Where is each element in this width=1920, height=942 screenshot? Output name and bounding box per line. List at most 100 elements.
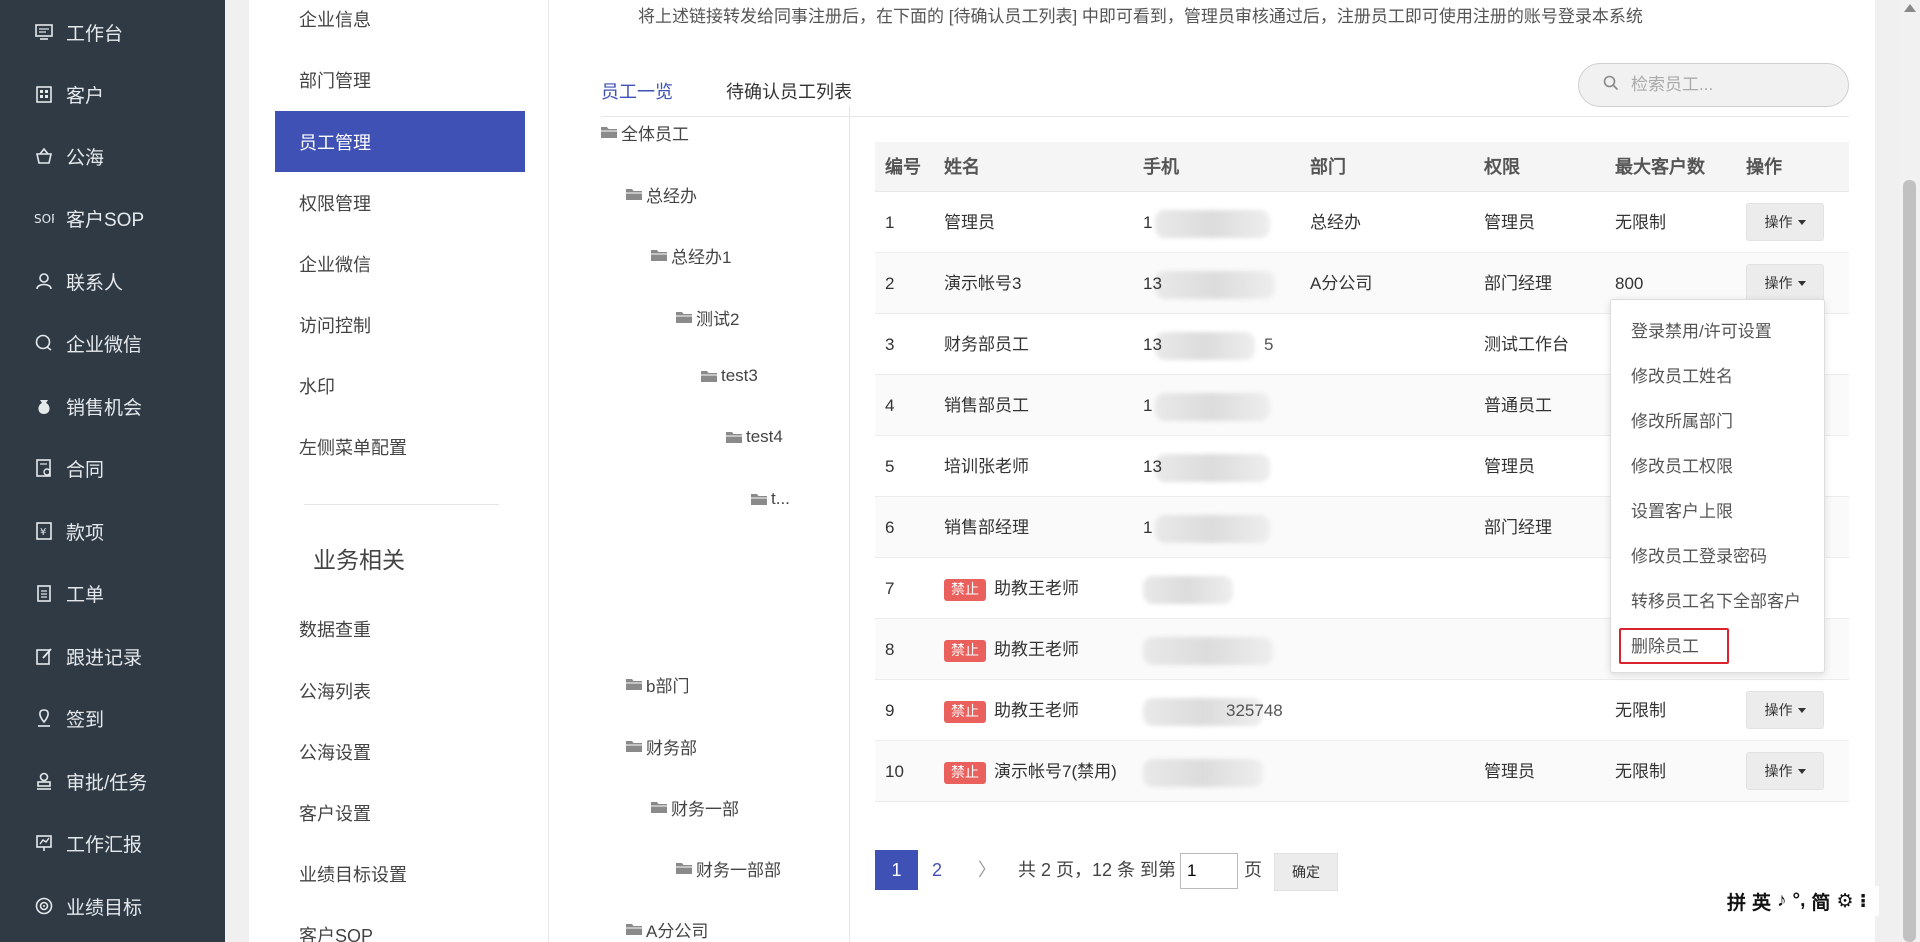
dropdown-item-7[interactable]: 删除员工 — [1631, 632, 1699, 657]
nav-item-2[interactable]: 公海 — [0, 125, 225, 187]
column-header: 操作 — [1746, 157, 1782, 177]
settings-item-1[interactable]: 部门管理 — [275, 49, 525, 110]
settings-group-item-3[interactable]: 客户设置 — [275, 782, 525, 843]
employee-no: 9 — [885, 701, 895, 720]
search-input[interactable] — [1631, 75, 1831, 95]
operation-button[interactable]: 操作 — [1746, 752, 1824, 790]
employee-dept: 总经办 — [1310, 213, 1361, 232]
left-nav: 工作台客户公海 SOP 客户SOP 联系人企业微信销售机会合同 ¥ 款项工单跟进记录签到审… — [0, 0, 225, 942]
settings-item-7[interactable]: 左侧菜单配置 — [275, 416, 525, 477]
tree-node[interactable]: test3 — [701, 366, 758, 386]
tree-node-label: test4 — [746, 427, 783, 446]
operation-button[interactable]: 操作 — [1746, 203, 1824, 241]
settings-group-item-0[interactable]: 数据查重 — [275, 598, 525, 659]
nav-item-3[interactable]: SOP 客户SOP — [0, 187, 225, 249]
settings-group-item-1[interactable]: 公海列表 — [275, 660, 525, 721]
nav-item-7[interactable]: 合同 — [0, 437, 225, 499]
dropdown-item-2[interactable]: 修改所属部门 — [1631, 407, 1733, 432]
ime-indicator[interactable]: 简 — [1811, 888, 1830, 915]
table-row[interactable]: 9 禁止 助教王老师 325748 无限制 操作 — [875, 680, 1849, 741]
dropdown-item-1[interactable]: 修改员工姓名 — [1631, 362, 1733, 387]
ime-indicator[interactable]: ⁝ — [1859, 890, 1866, 913]
nav-item-13[interactable]: 工作汇报 — [0, 812, 225, 874]
nav-item-4[interactable]: 联系人 — [0, 250, 225, 312]
tree-node-label: 财务一部部 — [696, 861, 781, 880]
settings-item-0[interactable]: 企业信息 — [275, 0, 525, 49]
nav-item-5[interactable]: 企业微信 — [0, 312, 225, 374]
nav-item-10[interactable]: 跟进记录 — [0, 625, 225, 687]
nav-item-12[interactable]: 审批/任务 — [0, 750, 225, 812]
settings-group-item-5[interactable]: 客户SOP — [275, 904, 525, 942]
tree-node[interactable]: 全体员工 — [601, 120, 689, 145]
table-row[interactable]: 1 管理员 1 总经办 管理员 无限制 操作 — [875, 192, 1849, 253]
settings-item-2[interactable]: 员工管理 — [275, 111, 525, 172]
phone-redacted — [1143, 576, 1233, 604]
settings-item-5[interactable]: 访问控制 — [275, 294, 525, 355]
svg-text:¥: ¥ — [40, 527, 46, 538]
nav-item-11[interactable]: 签到 — [0, 687, 225, 749]
nav-item-label: 销售机会 — [66, 397, 143, 419]
nav-item-6[interactable]: 销售机会 — [0, 375, 225, 437]
employee-role: 部门经理 — [1484, 274, 1552, 293]
folder-icon — [651, 802, 667, 813]
tree-node[interactable]: 总经办 — [626, 182, 697, 207]
employee-role: 管理员 — [1484, 457, 1535, 476]
tree-node[interactable]: A分公司 — [626, 917, 708, 942]
nav-item-9[interactable]: 工单 — [0, 562, 225, 624]
tree-node[interactable]: b部门 — [626, 672, 689, 697]
target-icon — [34, 896, 54, 916]
tab-employee-list[interactable]: 员工一览 — [601, 78, 673, 104]
phone-redacted — [1155, 210, 1270, 238]
settings-group-item-4[interactable]: 业绩目标设置 — [275, 843, 525, 904]
operation-button[interactable]: 操作 — [1746, 691, 1824, 729]
settings-group-item-2[interactable]: 公海设置 — [275, 721, 525, 782]
nav-item-8[interactable]: ¥ 款项 — [0, 500, 225, 562]
tree-node[interactable]: 财务一部部 — [676, 856, 781, 881]
tree-node[interactable]: t... — [751, 489, 790, 509]
scroll-thumb[interactable] — [1903, 180, 1916, 942]
tree-node[interactable]: 财务部 — [626, 734, 697, 759]
dropdown-item-0[interactable]: 登录禁用/许可设置 — [1631, 317, 1772, 342]
employee-name: 管理员 — [944, 213, 995, 232]
tab-pending-list[interactable]: 待确认员工列表 — [726, 78, 852, 104]
tree-node[interactable]: 财务一部 — [651, 795, 739, 820]
nav-item-label: 审批/任务 — [66, 772, 148, 794]
settings-item-3[interactable]: 权限管理 — [275, 172, 525, 233]
employee-name-cell: 演示帐号3 — [944, 253, 1021, 314]
employee-no: 2 — [885, 274, 895, 293]
page-2-button[interactable]: 2 — [932, 850, 942, 890]
dropdown-item-5[interactable]: 修改员工登录密码 — [1631, 542, 1767, 567]
goto-page-input[interactable] — [1180, 853, 1238, 889]
dropdown-item-3[interactable]: 修改员工权限 — [1631, 452, 1733, 477]
nav-item-0[interactable]: 工作台 — [0, 1, 225, 63]
scroll-up-arrow[interactable] — [1904, 4, 1916, 12]
settings-item-4[interactable]: 企业微信 — [275, 233, 525, 294]
ime-indicator[interactable]: ⚙ — [1836, 890, 1853, 913]
ime-indicator[interactable]: °, — [1793, 890, 1806, 912]
caret-down-icon — [1797, 280, 1806, 286]
chat-icon — [34, 333, 54, 353]
dropdown-item-4[interactable]: 设置客户上限 — [1631, 497, 1733, 522]
ime-indicator[interactable]: ♪ — [1777, 890, 1787, 912]
tree-node[interactable]: 总经办1 — [651, 243, 731, 268]
tree-node[interactable]: 测试2 — [676, 305, 739, 330]
dropdown-item-6[interactable]: 转移员工名下全部客户 — [1631, 587, 1801, 612]
next-page-button[interactable]: 〉 — [978, 850, 996, 890]
vertical-scrollbar[interactable] — [1899, 0, 1920, 942]
building-icon — [34, 84, 54, 104]
settings-item-6[interactable]: 水印 — [275, 355, 525, 416]
nav-item-14[interactable]: 业绩目标 — [0, 875, 225, 937]
employee-search[interactable] — [1578, 63, 1849, 107]
page-1-button[interactable]: 1 — [875, 850, 918, 890]
ime-indicator[interactable]: 英 — [1752, 888, 1771, 915]
employee-name: 演示帐号7(禁用) — [994, 762, 1117, 781]
tree-node-label: 总经办 — [646, 187, 697, 206]
employee-name: 财务部员工 — [944, 335, 1029, 354]
ime-indicator[interactable]: 拼 — [1727, 888, 1746, 915]
tree-node[interactable]: test4 — [726, 427, 783, 447]
operation-button[interactable]: 操作 — [1746, 264, 1824, 302]
goto-confirm-button[interactable]: 确定 — [1274, 853, 1338, 891]
nav-item-1[interactable]: 客户 — [0, 63, 225, 125]
employee-no: 8 — [885, 640, 895, 659]
table-row[interactable]: 10 禁止 演示帐号7(禁用) 管理员 无限制 操作 — [875, 741, 1849, 802]
